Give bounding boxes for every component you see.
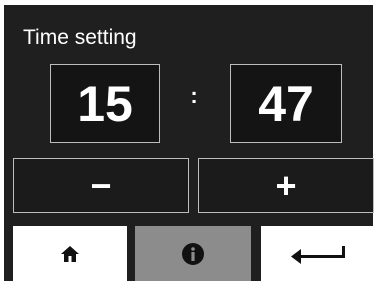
increment-button[interactable]: + bbox=[198, 158, 374, 213]
hours-field[interactable]: 15 bbox=[50, 64, 160, 143]
decrement-button[interactable]: − bbox=[13, 158, 189, 213]
decrement-label: − bbox=[90, 164, 112, 206]
info-icon bbox=[181, 242, 205, 266]
minutes-field[interactable]: 47 bbox=[230, 64, 342, 143]
time-setting-screen: Time setting 15 : 47 − + bbox=[4, 5, 375, 281]
increment-label: + bbox=[275, 164, 297, 206]
return-arrow-icon bbox=[291, 244, 345, 264]
info-button[interactable] bbox=[135, 226, 251, 281]
time-separator: : bbox=[190, 83, 198, 108]
home-button[interactable] bbox=[13, 226, 127, 281]
home-icon bbox=[60, 245, 80, 263]
back-button[interactable] bbox=[261, 226, 375, 281]
page-title: Time setting bbox=[23, 26, 137, 49]
